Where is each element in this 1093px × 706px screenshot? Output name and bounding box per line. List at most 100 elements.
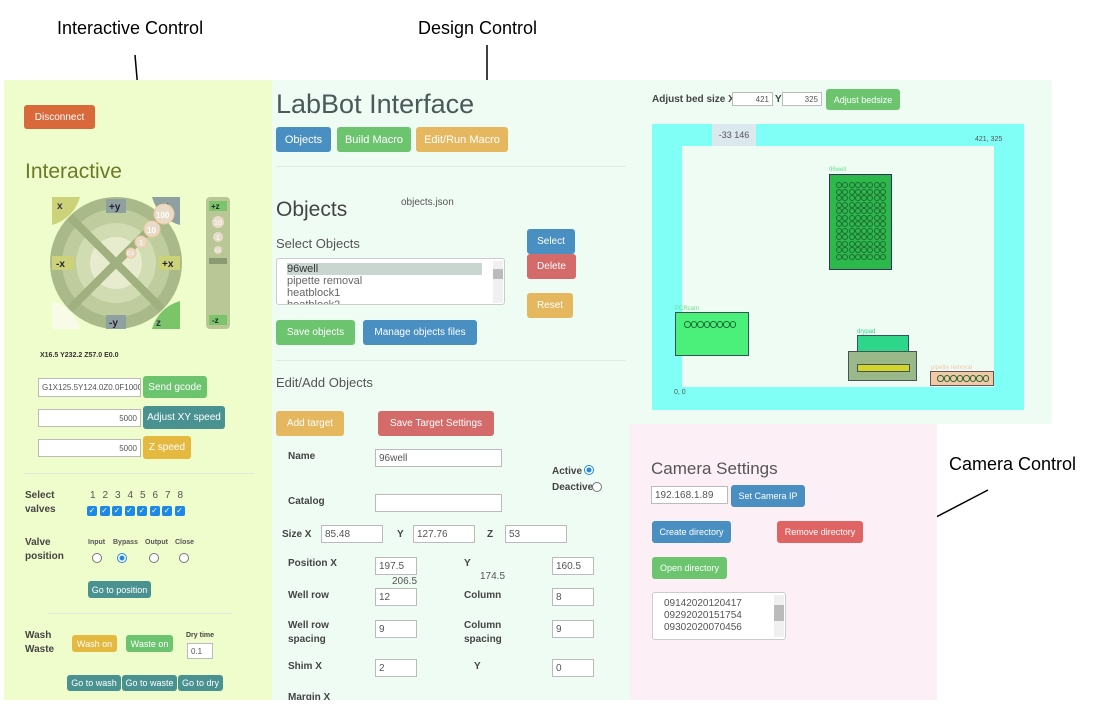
size-y-input[interactable]: 127.76 [413, 525, 475, 543]
object-pcrcam[interactable] [675, 312, 749, 356]
position-x-input[interactable]: 197.5 [375, 557, 417, 575]
z-speed-input[interactable]: 5000 [38, 439, 141, 457]
valve-checkbox-7[interactable]: ✓ [162, 506, 172, 516]
delete-button[interactable]: Delete [527, 254, 576, 279]
save-objects-button[interactable]: Save objects [276, 320, 355, 345]
design-panel [272, 80, 630, 700]
well-circle [880, 221, 887, 227]
well-circle [697, 321, 704, 328]
object-list-item[interactable]: heatblock2 [287, 299, 494, 304]
directory-list-item[interactable]: 09292020151754 [664, 610, 785, 622]
column-spacing-input[interactable]: 9 [552, 620, 594, 638]
directory-list-item[interactable]: 09142020120417 [664, 598, 785, 610]
valve-checkbox-8[interactable]: ✓ [174, 506, 185, 516]
edit-add-objects-title: Edit/Add Objects [276, 375, 373, 390]
well-circle [842, 188, 849, 195]
waste-on-button[interactable]: Waste on [126, 635, 173, 652]
size-x-input[interactable]: 85.48 [321, 525, 383, 543]
go-to-dry-button[interactable]: Go to dry [178, 675, 223, 691]
shim-y-input[interactable]: 0 [552, 659, 594, 677]
name-input[interactable]: 96well [375, 449, 502, 467]
wash-on-button[interactable]: Wash on [72, 635, 117, 652]
reset-button[interactable]: Reset [527, 293, 573, 318]
add-target-button[interactable]: Add target [276, 411, 344, 436]
gcode-input[interactable]: G1X125.5Y124.0Z0.0F1000 [38, 378, 141, 397]
shim-x-input[interactable]: 2 [375, 659, 417, 677]
remove-directory-button[interactable]: Remove directory [777, 521, 863, 543]
create-directory-button[interactable]: Create directory [652, 521, 731, 543]
deactive-radio[interactable] [592, 482, 602, 492]
object-list-item[interactable]: heatblock1 [287, 287, 494, 299]
set-camera-ip-button[interactable]: Set Camera IP [731, 485, 805, 507]
valve-checkbox-3[interactable]: ✓ [112, 506, 122, 516]
go-to-wash-button[interactable]: Go to wash [67, 675, 121, 691]
bed-size-x-input[interactable]: 421 [732, 92, 773, 106]
object-wash[interactable] [848, 351, 917, 381]
bed-canvas[interactable]: -33 146 421, 325 0, 0 96well PCRcam dryp… [652, 124, 1024, 410]
position-y-input[interactable]: 160.5 [552, 557, 594, 575]
svg-text:+y: +y [109, 202, 121, 213]
margin-x-label: Margin X [288, 692, 331, 700]
well-row-input[interactable]: 12 [375, 588, 417, 606]
well-circle [861, 240, 868, 247]
manage-objects-files-button[interactable]: Manage objects files [363, 320, 477, 345]
well-circle [873, 247, 880, 253]
dry-time-input[interactable]: 0.1 [187, 643, 213, 659]
active-radio[interactable] [584, 465, 594, 475]
listbox-scrollbar[interactable] [774, 595, 784, 637]
directory-listbox[interactable]: 09142020120417 09292020151754 093020200704… [652, 592, 786, 640]
tab-build-macro[interactable]: Build Macro [337, 127, 411, 152]
tab-edit-run-macro[interactable]: Edit/Run Macro [416, 127, 508, 152]
object-pipette-removal[interactable] [930, 371, 994, 386]
xy-speed-input[interactable]: 5000 [38, 409, 141, 427]
position-radio-output[interactable] [149, 553, 159, 563]
valve-checkbox-5[interactable]: ✓ [137, 506, 147, 516]
valve-checkbox-1[interactable]: ✓ [87, 506, 97, 516]
well-circle [873, 227, 880, 234]
send-gcode-button[interactable]: Send gcode [143, 376, 207, 398]
object-96well[interactable] [829, 174, 892, 270]
well-circle [842, 240, 849, 247]
select-valves-label: Select valves [25, 490, 56, 515]
well-circle [836, 227, 842, 234]
object-list-item[interactable]: 96well [287, 263, 482, 275]
well-circle [854, 240, 861, 247]
size-z-input[interactable]: 53 [505, 525, 567, 543]
column-input[interactable]: 8 [552, 588, 594, 606]
jog-control[interactable]: x y z +y -y -x +x 100 10 1 0.1 +z -z 10 … [48, 193, 234, 333]
position-y-label: Y [464, 558, 471, 569]
object-list-item[interactable]: pipette removal [287, 275, 494, 287]
valve-checkbox-6[interactable]: ✓ [149, 506, 160, 516]
tab-objects[interactable]: Objects [276, 127, 331, 152]
disconnect-button[interactable]: Disconnect [24, 105, 95, 129]
well-circle [848, 240, 855, 247]
go-to-position-button[interactable]: Go to position [88, 581, 151, 598]
position-radio-input[interactable] [92, 553, 102, 563]
z-speed-button[interactable]: Z speed [143, 436, 191, 459]
objects-listbox[interactable]: 96well pipette removal heatblock1 heatblock… [276, 258, 505, 305]
position-radio-close[interactable] [179, 553, 189, 563]
catalog-input[interactable] [375, 494, 502, 512]
form-overflow: Margin X [272, 690, 630, 700]
listbox-scrollbar[interactable] [493, 261, 503, 303]
adjust-bedsize-button[interactable]: Adjust bedsize [826, 89, 900, 110]
adjust-xy-speed-button[interactable]: Adjust XY speed [143, 406, 225, 429]
position-radio-bypass[interactable] [117, 553, 127, 563]
well-circle [854, 208, 861, 214]
valve-checkbox-2[interactable]: ✓ [99, 506, 110, 516]
go-to-waste-button[interactable]: Go to waste [122, 675, 177, 691]
save-target-settings-button[interactable]: Save Target Settings [378, 411, 494, 436]
well-row-spacing-input[interactable]: 9 [375, 620, 417, 638]
directory-list-item[interactable]: 09302020070456 [664, 622, 785, 634]
well-circle [848, 247, 855, 253]
well-circle [842, 201, 849, 208]
select-button[interactable]: Select [527, 229, 575, 254]
object-drypad[interactable] [857, 335, 909, 352]
valve-checkbox-4[interactable]: ✓ [124, 506, 135, 516]
open-directory-button[interactable]: Open directory [652, 557, 727, 579]
bed-size-y-input[interactable]: 325 [782, 92, 822, 106]
column-spacing-label: Column spacing [464, 620, 502, 645]
camera-ip-input[interactable]: 192.168.1.89 [651, 486, 728, 504]
well-circle [950, 375, 957, 382]
well-circle [848, 214, 855, 221]
